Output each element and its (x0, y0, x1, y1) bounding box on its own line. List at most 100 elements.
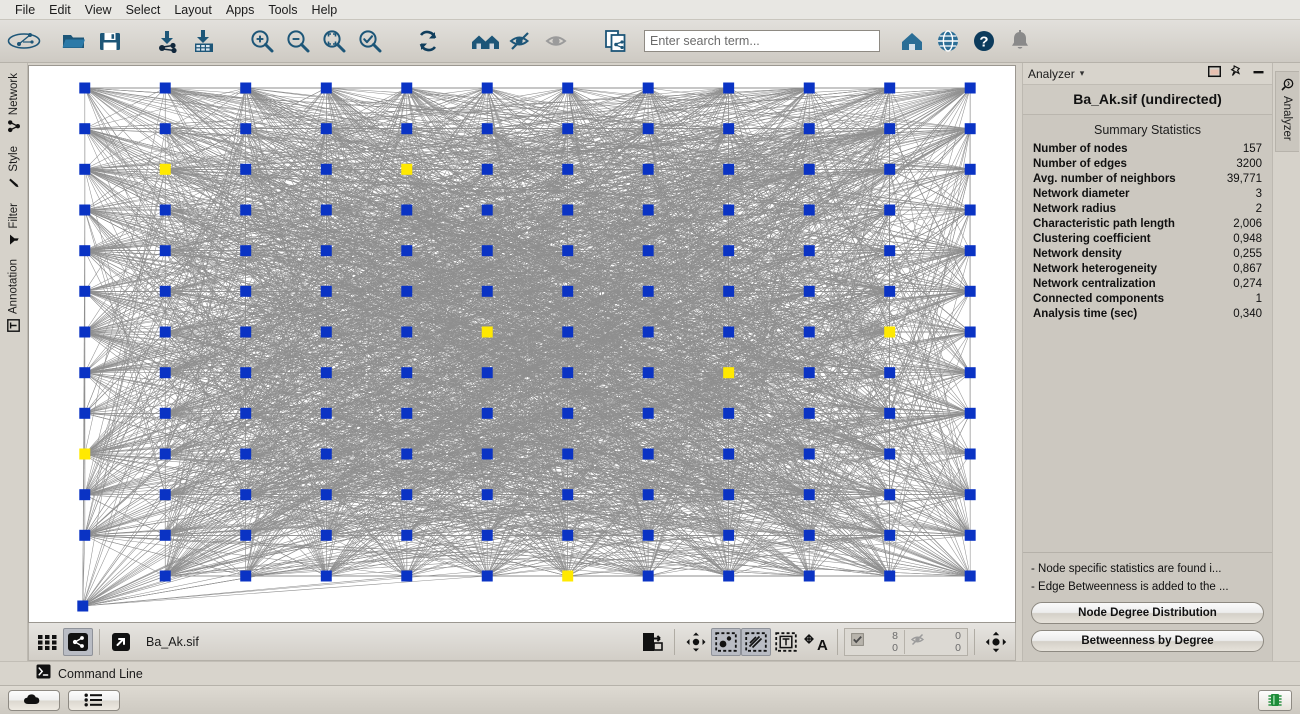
graph-node[interactable] (240, 529, 252, 541)
graph-node-selected[interactable] (481, 326, 493, 338)
command-line-label[interactable]: Command Line (58, 667, 143, 681)
graph-node[interactable] (240, 163, 252, 175)
graph-node[interactable] (481, 163, 493, 175)
graph-node[interactable] (723, 204, 735, 216)
select-nodes-button[interactable] (711, 627, 741, 656)
graph-node[interactable] (964, 367, 976, 379)
graph-node[interactable] (884, 82, 896, 94)
graph-node[interactable] (159, 204, 171, 216)
float-panel-button[interactable] (1207, 65, 1222, 83)
graph-node[interactable] (159, 407, 171, 419)
graph-node[interactable] (562, 245, 574, 257)
graph-node[interactable] (803, 367, 815, 379)
graph-node[interactable] (642, 245, 654, 257)
graph-node[interactable] (481, 123, 493, 135)
graph-node[interactable] (642, 407, 654, 419)
graph-node[interactable] (884, 570, 896, 582)
graph-node[interactable] (481, 367, 493, 379)
graph-node[interactable] (964, 407, 976, 419)
menu-item-apps[interactable]: Apps (219, 1, 262, 19)
graph-node[interactable] (803, 407, 815, 419)
graph-node[interactable] (964, 123, 976, 135)
graph-node[interactable] (803, 123, 815, 135)
refresh-icon[interactable] (410, 22, 446, 60)
graph-node[interactable] (320, 529, 332, 541)
graph-node[interactable] (240, 245, 252, 257)
graph-node[interactable] (642, 367, 654, 379)
memory-chip-icon[interactable] (1258, 689, 1292, 711)
graph-node[interactable] (159, 529, 171, 541)
network-view-button[interactable] (63, 627, 93, 656)
graph-node[interactable] (159, 285, 171, 297)
graph-node-selected[interactable] (723, 367, 735, 379)
graph-node[interactable] (401, 570, 413, 582)
menu-item-edit[interactable]: Edit (42, 1, 78, 19)
menu-item-file[interactable]: File (8, 1, 42, 19)
graph-node[interactable] (481, 529, 493, 541)
import-network-icon[interactable] (150, 22, 186, 60)
search-box[interactable] (644, 30, 880, 52)
graph-node[interactable] (401, 245, 413, 257)
graph-node[interactable] (401, 367, 413, 379)
graph-node[interactable] (320, 489, 332, 501)
graph-node[interactable] (964, 163, 976, 175)
sidebar-item-analyzer[interactable]: Analyzer (1274, 71, 1299, 152)
graph-node[interactable] (240, 448, 252, 460)
menu-item-layout[interactable]: Layout (167, 1, 219, 19)
export-image-button[interactable] (638, 628, 668, 656)
graph-node[interactable] (803, 529, 815, 541)
show-labels-button[interactable]: A (801, 628, 831, 656)
search-input[interactable] (644, 30, 880, 52)
graph-node[interactable] (79, 123, 91, 135)
graph-node[interactable] (320, 245, 332, 257)
graph-node[interactable] (159, 448, 171, 460)
globe-icon[interactable] (930, 22, 966, 60)
graph-node[interactable] (79, 326, 91, 338)
hide-unselected-icon[interactable] (504, 22, 540, 60)
sidebar-item-style[interactable]: Style (8, 146, 20, 189)
graph-node[interactable] (79, 285, 91, 297)
graph-node[interactable] (320, 204, 332, 216)
graph-node[interactable] (159, 82, 171, 94)
graph-node-selected[interactable] (401, 163, 413, 175)
graph-node[interactable] (803, 163, 815, 175)
graph-node[interactable] (562, 326, 574, 338)
graph-node[interactable] (240, 367, 252, 379)
graph-node[interactable] (642, 285, 654, 297)
graph-node[interactable] (79, 163, 91, 175)
graph-node[interactable] (240, 285, 252, 297)
graph-node[interactable] (401, 204, 413, 216)
graph-node[interactable] (481, 448, 493, 460)
graph-node[interactable] (803, 570, 815, 582)
select-edges-button[interactable] (741, 627, 771, 656)
graph-node[interactable] (964, 326, 976, 338)
open-folder-icon[interactable] (56, 22, 92, 60)
graph-node[interactable] (884, 285, 896, 297)
task-list-button[interactable] (68, 689, 120, 711)
graph-node[interactable] (642, 163, 654, 175)
node-degree-distribution-button[interactable]: Node Degree Distribution (1031, 602, 1264, 624)
graph-node[interactable] (79, 529, 91, 541)
graph-node[interactable] (642, 82, 654, 94)
home-neighbors-icon[interactable] (468, 22, 504, 60)
clone-network-icon[interactable] (598, 22, 634, 60)
graph-node[interactable] (562, 407, 574, 419)
pin-panel-button[interactable] (1230, 64, 1243, 83)
graph-node-selected[interactable] (884, 326, 896, 338)
zoom-out-icon[interactable] (280, 22, 316, 60)
graph-node[interactable] (320, 367, 332, 379)
graph-node[interactable] (723, 570, 735, 582)
show-all-icon[interactable] (540, 22, 576, 60)
graph-node[interactable] (240, 570, 252, 582)
graph-node[interactable] (723, 529, 735, 541)
graph-node-selected[interactable] (159, 163, 171, 175)
graph-node[interactable] (642, 326, 654, 338)
graph-node[interactable] (884, 407, 896, 419)
graph-node[interactable] (964, 570, 976, 582)
graph-node[interactable] (884, 448, 896, 460)
graph-node[interactable] (562, 529, 574, 541)
sidebar-item-network[interactable]: Network (7, 73, 20, 133)
rotate-button[interactable] (981, 628, 1011, 656)
graph-node[interactable] (562, 163, 574, 175)
graph-node[interactable] (723, 285, 735, 297)
